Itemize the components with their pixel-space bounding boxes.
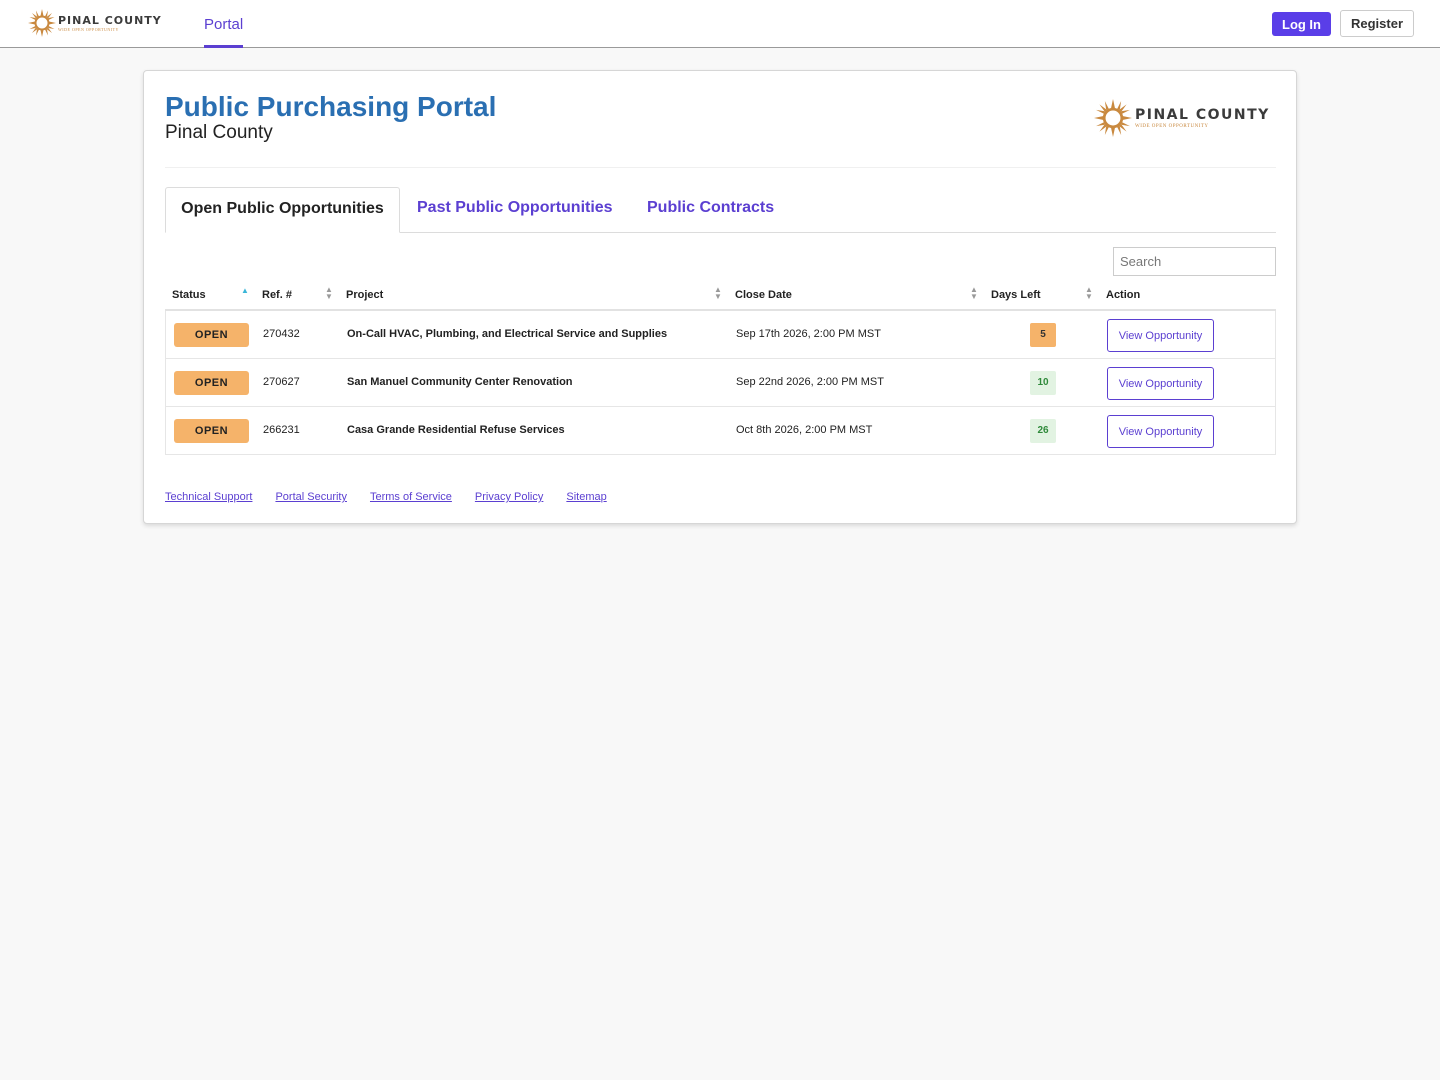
footer-link-technical-support[interactable]: Technical Support — [165, 491, 252, 503]
status-badge: OPEN — [174, 371, 249, 395]
tab-past-opportunities[interactable]: Past Public Opportunities — [417, 187, 613, 233]
card-brand-tagline: WIDE OPEN OPPORTUNITY — [1135, 123, 1209, 129]
table-body: OPEN 270432 On-Call HVAC, Plumbing, and … — [165, 311, 1276, 455]
tab-open-opportunities[interactable]: Open Public Opportunities — [165, 187, 400, 233]
page-subtitle: Pinal County — [165, 122, 273, 143]
column-header-action: Action — [1106, 289, 1141, 301]
column-header-days-left[interactable]: Days Left — [991, 289, 1041, 301]
card-brand-name: PINAL COUNTY — [1135, 106, 1270, 123]
brand-logo[interactable]: PINAL COUNTY WIDE OPEN OPPORTUNITY — [28, 9, 162, 37]
footer-links: Technical Support Portal Security Terms … — [165, 491, 607, 503]
status-badge: OPEN — [174, 323, 249, 347]
nav-portal-link[interactable]: Portal — [204, 0, 244, 48]
ref-number: 266231 — [263, 424, 300, 436]
opportunities-table: Status ▲ Ref. # ▲ ▼ Project ▲ ▼ Close Date… — [165, 283, 1276, 455]
sort-arrows-icon[interactable]: ▲ ▼ — [970, 286, 978, 301]
brand-tagline: WIDE OPEN OPPORTUNITY — [58, 26, 119, 32]
column-header-close-date[interactable]: Close Date — [735, 289, 792, 301]
table-row: OPEN 266231 Casa Grande Residential Refu… — [166, 407, 1275, 455]
header-divider — [165, 167, 1276, 168]
footer-link-terms-of-service[interactable]: Terms of Service — [370, 491, 452, 503]
status-badge: OPEN — [174, 419, 249, 443]
brand-name: PINAL COUNTY — [58, 13, 162, 27]
column-header-project[interactable]: Project — [346, 289, 383, 301]
column-header-status[interactable]: Status — [172, 289, 206, 301]
sunburst-logo-icon — [1094, 99, 1132, 137]
sort-arrows-icon[interactable]: ▲ ▼ — [714, 286, 722, 301]
close-date: Oct 8th 2026, 2:00 PM MST — [736, 424, 873, 436]
footer-link-portal-security[interactable]: Portal Security — [275, 491, 347, 503]
days-left-badge: 10 — [1030, 371, 1056, 395]
card-brand-logo: PINAL COUNTY WIDE OPEN OPPORTUNITY — [1094, 99, 1270, 137]
days-left-badge: 26 — [1030, 419, 1056, 443]
table-row: OPEN 270432 On-Call HVAC, Plumbing, and … — [166, 311, 1275, 359]
sunburst-logo-icon — [28, 9, 56, 37]
tab-public-contracts[interactable]: Public Contracts — [647, 187, 774, 233]
view-opportunity-button[interactable]: View Opportunity — [1107, 319, 1214, 352]
sort-asc-icon[interactable]: ▲ — [241, 287, 249, 295]
table-row: OPEN 270627 San Manuel Community Center … — [166, 359, 1275, 407]
view-opportunity-button[interactable]: View Opportunity — [1107, 415, 1214, 448]
ref-number: 270627 — [263, 376, 300, 388]
project-name: On-Call HVAC, Plumbing, and Electrical S… — [347, 328, 668, 340]
table-header: Status ▲ Ref. # ▲ ▼ Project ▲ ▼ Close Date… — [165, 283, 1276, 311]
tabs-bar: Open Public Opportunities Past Public Op… — [165, 187, 1276, 233]
view-opportunity-button[interactable]: View Opportunity — [1107, 367, 1214, 400]
search-input[interactable] — [1113, 247, 1276, 276]
project-name: San Manuel Community Center Renovation — [347, 376, 573, 388]
sort-arrows-icon[interactable]: ▲ ▼ — [325, 286, 333, 301]
sort-arrows-icon[interactable]: ▲ ▼ — [1085, 286, 1093, 301]
footer-link-privacy-policy[interactable]: Privacy Policy — [475, 491, 543, 503]
project-name: Casa Grande Residential Refuse Services — [347, 424, 565, 436]
days-left-badge: 5 — [1030, 323, 1056, 347]
footer-link-sitemap[interactable]: Sitemap — [566, 491, 606, 503]
close-date: Sep 17th 2026, 2:00 PM MST — [736, 328, 881, 340]
page-title: Public Purchasing Portal — [165, 91, 497, 122]
top-navbar: PINAL COUNTY WIDE OPEN OPPORTUNITY Porta… — [0, 0, 1440, 48]
login-button[interactable]: Log In — [1272, 12, 1331, 36]
column-header-ref[interactable]: Ref. # — [262, 289, 292, 301]
close-date: Sep 22nd 2026, 2:00 PM MST — [736, 376, 884, 388]
ref-number: 270432 — [263, 328, 300, 340]
portal-card: Public Purchasing Portal Pinal County PI… — [143, 70, 1297, 524]
register-button[interactable]: Register — [1340, 10, 1414, 37]
